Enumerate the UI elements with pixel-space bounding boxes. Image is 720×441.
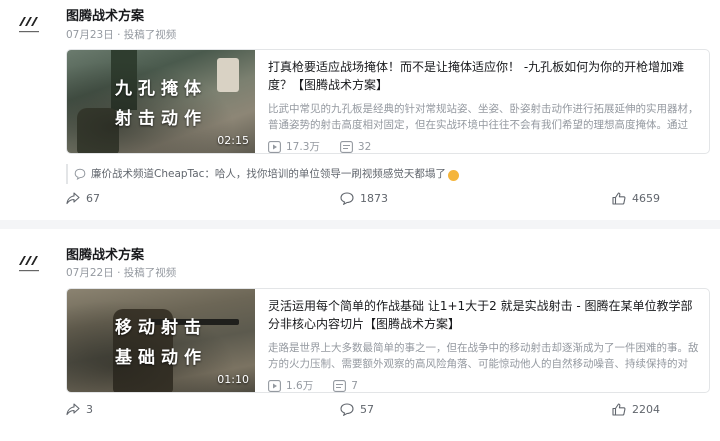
reply-button[interactable]: 57 (340, 403, 374, 416)
video-info: 灵活运用每个简单的作战基础 让1+1大于2 就是实战射击 - 图腾在某单位教学部… (268, 297, 700, 392)
video-title[interactable]: 打真枪要适应战场掩体！而不是让掩体适应你！ -九孔板如何为你的开枪增加难度？【图… (268, 58, 700, 94)
sweat-smile-emoji-icon (447, 169, 459, 181)
feed-card: 图腾战术方案 07月22日 · 投稿了视频 移动射击 基础动作 01:10 灵活… (0, 229, 720, 441)
avatar[interactable] (15, 251, 45, 281)
forward-count: 3 (86, 403, 93, 416)
play-count-icon (268, 140, 281, 153)
post-date[interactable]: 07月23日 (66, 29, 114, 41)
play-count: 17.3万 (268, 139, 320, 153)
action-bar: 67 1873 4659 (0, 192, 720, 212)
comment-icon (74, 168, 86, 180)
video-duration: 01:10 (217, 373, 249, 386)
forward-button[interactable]: 3 (66, 403, 93, 416)
reply-count: 1873 (360, 192, 388, 205)
like-count: 2204 (632, 403, 660, 416)
author-name[interactable]: 图腾战术方案 (66, 5, 144, 24)
forward-count: 67 (86, 192, 100, 205)
action-bar: 3 57 2204 (0, 403, 720, 423)
reply-icon (340, 192, 354, 205)
dynamic-feed: 图腾战术方案 07月23日 · 投稿了视频 九孔掩体 射击动作 02:15 打真… (0, 0, 720, 441)
thumbnail-caption-line1: 移动射击 (115, 318, 207, 338)
like-button[interactable]: 2204 (612, 403, 660, 416)
forward-icon (66, 192, 80, 205)
danmaku-count-value: 7 (351, 379, 358, 392)
video-thumbnail[interactable]: 九孔掩体 射击动作 02:15 (67, 50, 255, 153)
danmaku-count: 7 (333, 380, 358, 392)
post-action: 投稿了视频 (123, 29, 177, 41)
play-count-value: 1.6万 (286, 380, 314, 392)
totem-logo-icon (19, 17, 39, 33)
avatar[interactable] (15, 12, 45, 42)
danmaku-count-value: 32 (357, 140, 372, 153)
video-card[interactable]: 移动射击 基础动作 01:10 灵活运用每个简单的作战基础 让1+1大于2 就是… (66, 288, 710, 393)
totem-logo-icon (19, 256, 39, 272)
danmaku-count: 32 (339, 140, 372, 153)
post-meta: 07月23日 · 投稿了视频 (66, 27, 176, 42)
video-description: 比武中常见的九孔板是经典的针对常规站姿、坐姿、卧姿射击动作进行拓展延伸的实用器材… (268, 103, 699, 131)
reply-count: 57 (360, 403, 374, 416)
reply-button[interactable]: 1873 (340, 192, 388, 205)
meta-separator: · (117, 29, 124, 41)
author-name[interactable]: 图腾战术方案 (66, 244, 144, 263)
meta-separator: · (117, 267, 124, 279)
play-count: 1.6万 (268, 378, 314, 392)
forward-button[interactable]: 67 (66, 192, 100, 205)
video-stats: 17.3万 32 (268, 139, 700, 153)
top-comment[interactable]: 廉价战术频道CheapTac ：哈人，找你培训的单位领导一刷视频感觉天都塌了 (66, 164, 710, 184)
danmaku-icon (339, 140, 353, 153)
like-button[interactable]: 4659 (612, 192, 660, 205)
play-count-icon (268, 379, 281, 392)
reply-icon (340, 403, 354, 416)
like-count: 4659 (632, 192, 660, 205)
comment-username[interactable]: 廉价战术频道CheapTac (91, 164, 204, 184)
video-duration: 02:15 (217, 134, 249, 147)
thumbs-up-icon (612, 403, 626, 416)
thumbs-up-icon (612, 192, 626, 205)
comment-text: ：哈人，找你培训的单位领导一刷视频感觉天都塌了 (204, 168, 446, 180)
video-card[interactable]: 九孔掩体 射击动作 02:15 打真枪要适应战场掩体！而不是让掩体适应你！ -九… (66, 49, 710, 154)
thumbnail-caption-line1: 九孔掩体 (115, 79, 207, 99)
post-date[interactable]: 07月22日 (66, 267, 114, 279)
video-description: 走路是世界上大多数最简单的事之一，但在战争中的移动射击却逐渐成为了一件困难的事。… (268, 342, 699, 370)
feed-card: 图腾战术方案 07月23日 · 投稿了视频 九孔掩体 射击动作 02:15 打真… (0, 0, 720, 220)
play-count-value: 17.3万 (286, 141, 320, 153)
danmaku-icon (333, 379, 347, 392)
thumbnail-caption-line2: 射击动作 (115, 109, 207, 129)
thumbnail-caption-line2: 基础动作 (115, 348, 207, 368)
video-stats: 1.6万 7 (268, 378, 700, 392)
video-info: 打真枪要适应战场掩体！而不是让掩体适应你！ -九孔板如何为你的开枪增加难度？【图… (268, 58, 700, 153)
video-title[interactable]: 灵活运用每个简单的作战基础 让1+1大于2 就是实战射击 - 图腾在某单位教学部… (268, 297, 700, 333)
forward-icon (66, 403, 80, 416)
post-meta: 07月22日 · 投稿了视频 (66, 265, 176, 280)
video-thumbnail[interactable]: 移动射击 基础动作 01:10 (67, 289, 255, 392)
post-action: 投稿了视频 (123, 267, 177, 279)
